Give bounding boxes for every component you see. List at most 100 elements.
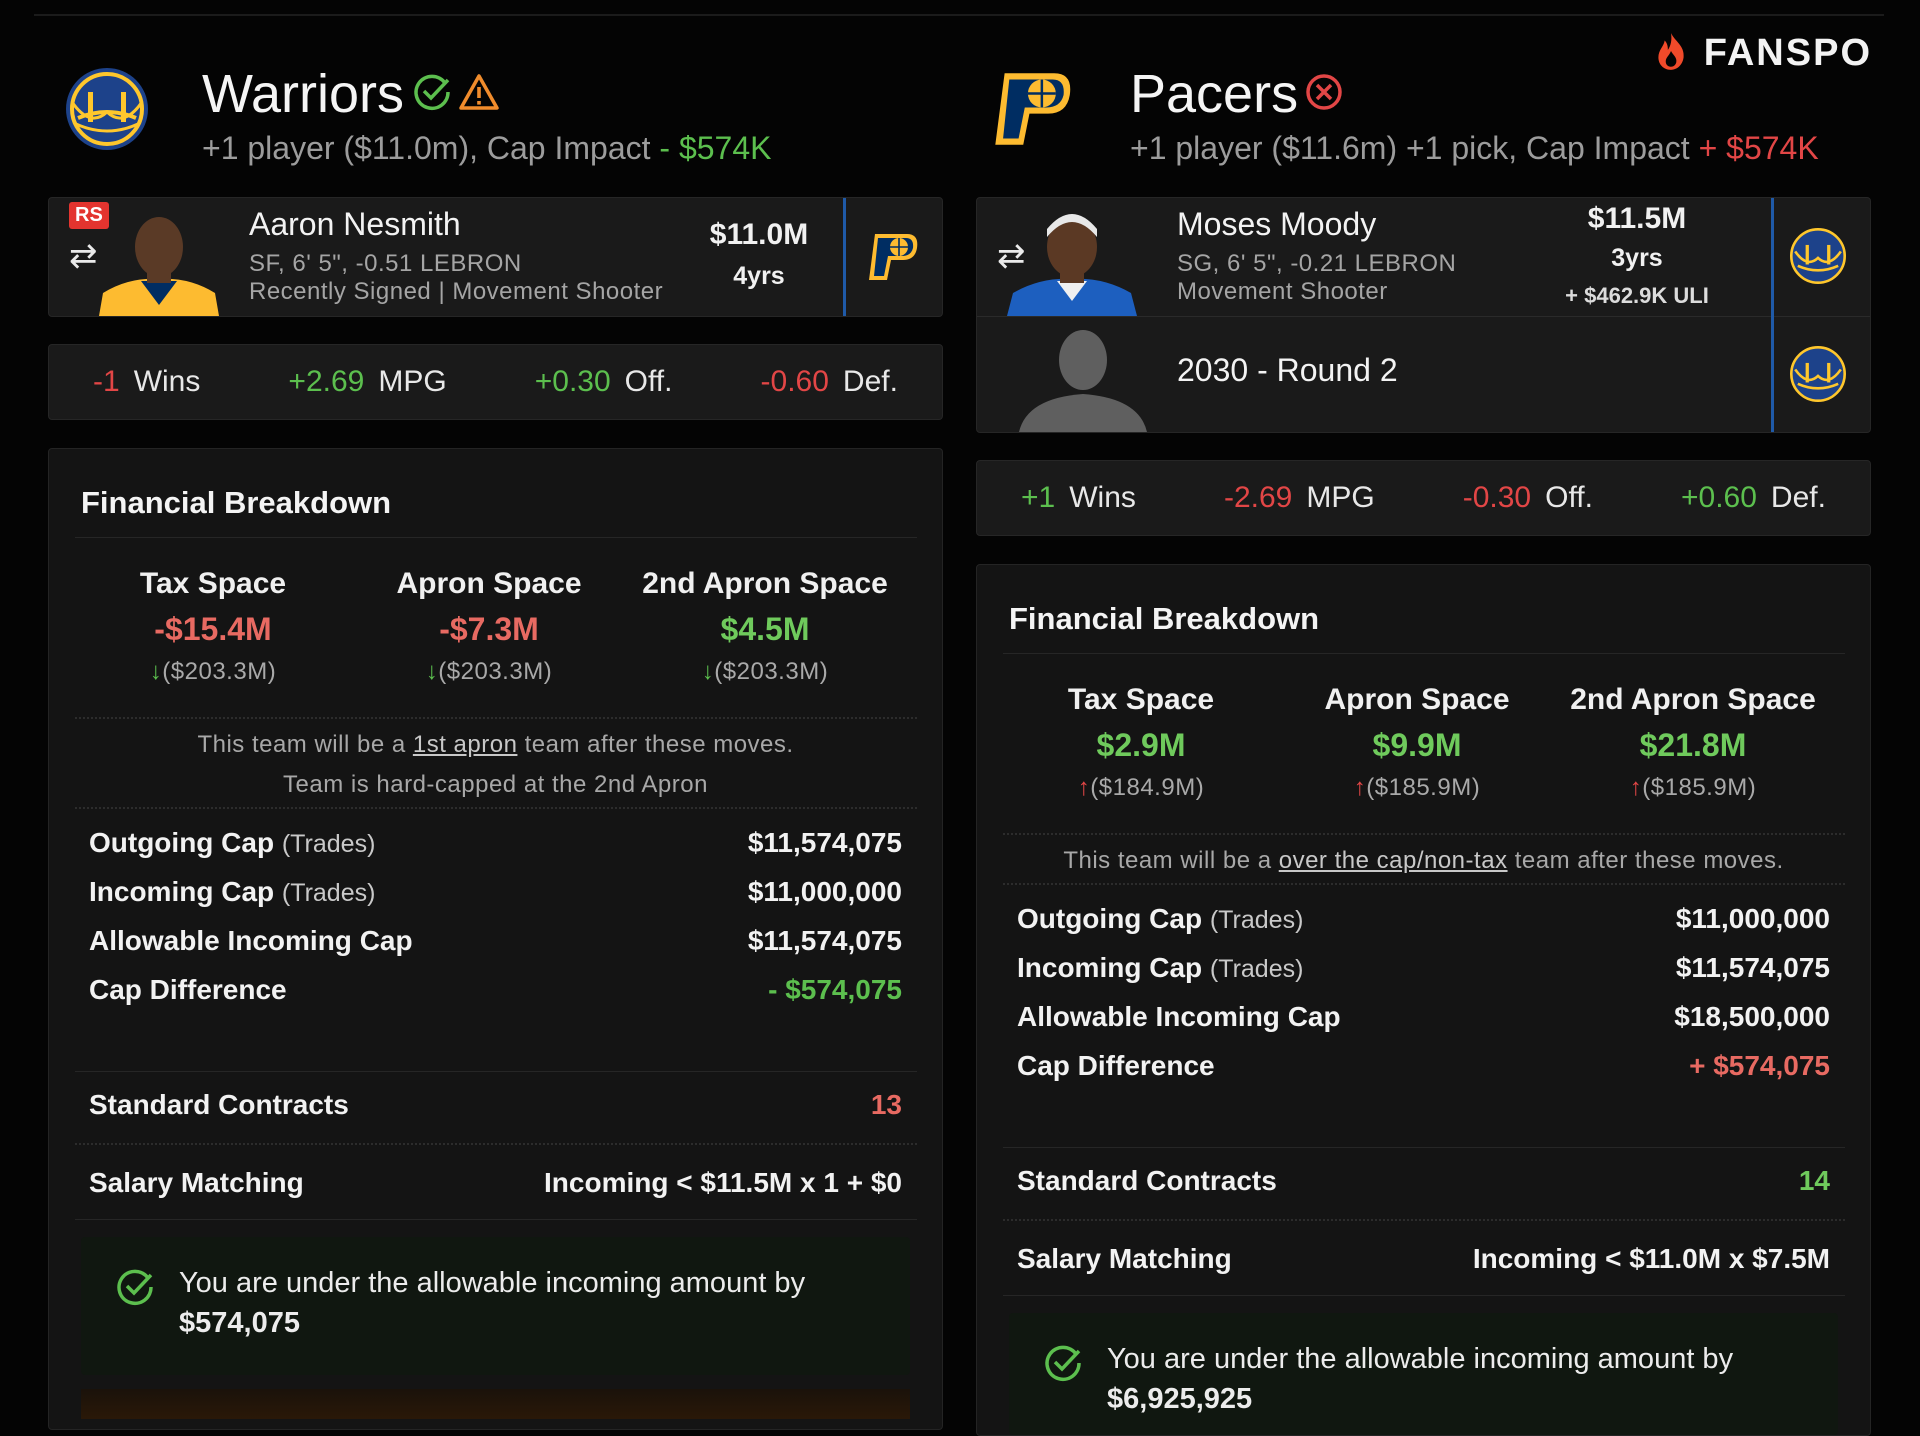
cap-row: Cap Difference - $574,075 xyxy=(89,974,902,1006)
stat-off: +0.30 Off. xyxy=(535,365,673,399)
player-position-line: SG, 6' 5", -0.21 LEBRON xyxy=(1177,250,1457,277)
cap-row: Incoming Cap (Trades) $11,574,075 xyxy=(1017,952,1830,984)
apron-status-link[interactable]: 1st apron xyxy=(413,731,518,758)
status-icons xyxy=(412,72,500,117)
section-title: Financial Breakdown xyxy=(81,485,392,520)
top-divider xyxy=(34,14,1884,16)
stat-value: +2.69 xyxy=(288,365,365,398)
row-value: $11,574,075 xyxy=(747,925,902,956)
arrow-down-icon: ↓ xyxy=(149,658,163,685)
space-delta: ↓($203.3M) xyxy=(75,658,351,686)
row-value: 13 xyxy=(870,1089,902,1120)
space-header: Apron Space xyxy=(1324,683,1510,716)
row-label-text: Incoming Cap xyxy=(89,876,275,907)
player-card[interactable]: RS ⇄ Aaron Nesmith SF, 6' 5", -0.51 LEBR… xyxy=(48,197,943,317)
card-divider xyxy=(1771,198,1774,432)
player-years: 3yrs xyxy=(1611,244,1663,272)
row-label: Allowable Incoming Cap xyxy=(89,925,413,957)
note-suffix: team after these moves. xyxy=(1514,847,1784,874)
row-label: Standard Contracts xyxy=(89,1089,349,1120)
row-label: Cap Difference xyxy=(1017,1050,1215,1082)
delta-value: ($203.3M) xyxy=(438,658,553,685)
swap-icon[interactable]: ⇄ xyxy=(69,236,98,276)
financial-breakdown: Financial Breakdown Tax Space $2.9M ↑($184… xyxy=(976,564,1871,1436)
impact-stats: -1 Wins +2.69 MPG +0.30 Off. -0.60 Def. xyxy=(48,344,943,420)
cap-impact-sign: - xyxy=(659,130,671,166)
stat-wins: -1 Wins xyxy=(93,365,200,399)
player-name[interactable]: Moses Moody xyxy=(1177,206,1376,243)
stat-label: Wins xyxy=(133,365,201,398)
stat-def: +0.60 Def. xyxy=(1681,481,1826,515)
row-value: $11,000,000 xyxy=(1675,903,1830,934)
row-label: Salary Matching xyxy=(1017,1243,1232,1274)
player-row[interactable]: ⇄ Moses Moody SG, 6' 5", -0.21 LEBRON Mo… xyxy=(977,198,1870,317)
space-value: $2.9M xyxy=(1096,727,1186,763)
dotted-divider xyxy=(75,1143,917,1145)
player-years: 4yrs xyxy=(733,262,785,290)
stat-label: MPG xyxy=(1306,481,1375,514)
note-prefix: This team will be a xyxy=(197,731,406,758)
row-value: - $574,075 xyxy=(768,974,902,1005)
player-tags: Movement Shooter xyxy=(1177,278,1388,305)
player-name[interactable]: Aaron Nesmith xyxy=(249,206,461,243)
stat-value: -1 xyxy=(93,365,120,398)
pacers-logo xyxy=(986,62,1086,154)
financial-breakdown: Financial Breakdown Tax Space -$15.4M ↓($2… xyxy=(48,448,943,1430)
cap-space-column: Tax Space $2.9M ↑($184.9M) xyxy=(1003,683,1279,802)
player-position-line: SF, 6' 5", -0.51 LEBRON xyxy=(249,250,522,277)
pick-label[interactable]: 2030 - Round 2 xyxy=(1177,352,1398,389)
stat-wins: +1 Wins xyxy=(1021,481,1136,515)
space-header: 2nd Apron Space xyxy=(1570,683,1816,716)
summary-text: +1 player ($11.6m) +1 pick, Cap Impact xyxy=(1130,130,1690,166)
space-delta: ↓($203.3M) xyxy=(351,658,627,686)
cap-status-link[interactable]: over the cap/non-tax xyxy=(1279,847,1508,874)
player-meta: SG, 6' 5", -0.21 LEBRON Movement Shooter xyxy=(1177,250,1456,306)
space-delta: ↑($184.9M) xyxy=(1003,774,1279,802)
space-header: Tax Space xyxy=(139,567,287,600)
placeholder-avatar xyxy=(1013,324,1153,432)
row-value: $11,000,000 xyxy=(747,876,902,907)
callout-amount: $574,075 xyxy=(179,1307,300,1339)
warriors-mini-logo xyxy=(1790,228,1848,286)
delta-value: ($185.9M) xyxy=(1642,774,1757,801)
note-suffix: team after these moves. xyxy=(524,731,794,758)
dotted-divider xyxy=(1003,1219,1845,1221)
player-meta: SF, 6' 5", -0.51 LEBRON Recently Signed … xyxy=(249,250,663,306)
row-value: $11,574,075 xyxy=(747,827,902,858)
space-header: Apron Space xyxy=(396,567,582,600)
stat-value: +1 xyxy=(1021,481,1056,514)
player-salary: $11.0M xyxy=(709,218,809,251)
space-value: $4.5M xyxy=(720,611,810,647)
draft-pick-row[interactable]: 2030 - Round 2 xyxy=(977,316,1870,432)
cap-row: Allowable Incoming Cap $11,574,075 xyxy=(89,925,902,957)
cap-row: Outgoing Cap (Trades) $11,574,075 xyxy=(89,827,902,859)
section-title: Financial Breakdown xyxy=(1009,601,1320,636)
next-callout-edge xyxy=(81,1389,910,1419)
row-label-text: Allowable Incoming Cap xyxy=(1017,1001,1341,1032)
x-circle-icon xyxy=(1304,72,1344,117)
salary-matching-row: Salary Matching Incoming < $11.0M x $7.5… xyxy=(1017,1243,1830,1275)
dotted-divider xyxy=(1003,883,1845,885)
divider xyxy=(75,537,917,538)
stat-def: -0.60 Def. xyxy=(761,365,898,399)
cap-spaces: Tax Space $2.9M ↑($184.9M) Apron Space $9.9M… xyxy=(1003,683,1831,802)
status-callout: You are under the allowable incoming amo… xyxy=(1009,1313,1838,1435)
divider xyxy=(1003,1147,1845,1148)
check-circle-icon xyxy=(412,72,452,117)
cap-space-column: Apron Space -$7.3M ↓($203.3M) xyxy=(351,567,627,686)
cap-impact-value: $574K xyxy=(678,130,772,166)
callout-text: You are under the allowable incoming amo… xyxy=(1107,1339,1733,1419)
dotted-divider xyxy=(75,717,917,719)
delta-value: ($184.9M) xyxy=(1090,774,1205,801)
arrow-down-icon: ↓ xyxy=(425,658,439,685)
trade-summary: +1 player ($11.6m) +1 pick, Cap Impact +… xyxy=(1130,130,1819,167)
player-uli: + $462.9K ULI xyxy=(1565,283,1709,308)
team-name: Pacers xyxy=(1130,64,1299,124)
row-label: Outgoing Cap (Trades) xyxy=(89,827,375,859)
team-header: Warriors +1 player ($11.0m), Cap Impact … xyxy=(58,62,938,172)
cap-row: Allowable Incoming Cap $18,500,000 xyxy=(1017,1001,1830,1033)
space-header: Tax Space xyxy=(1067,683,1215,716)
row-value: Incoming < $11.0M x $7.5M xyxy=(1472,1243,1830,1274)
callout-message: You are under the allowable incoming amo… xyxy=(179,1267,806,1299)
arrow-up-icon: ↑ xyxy=(1077,774,1091,801)
